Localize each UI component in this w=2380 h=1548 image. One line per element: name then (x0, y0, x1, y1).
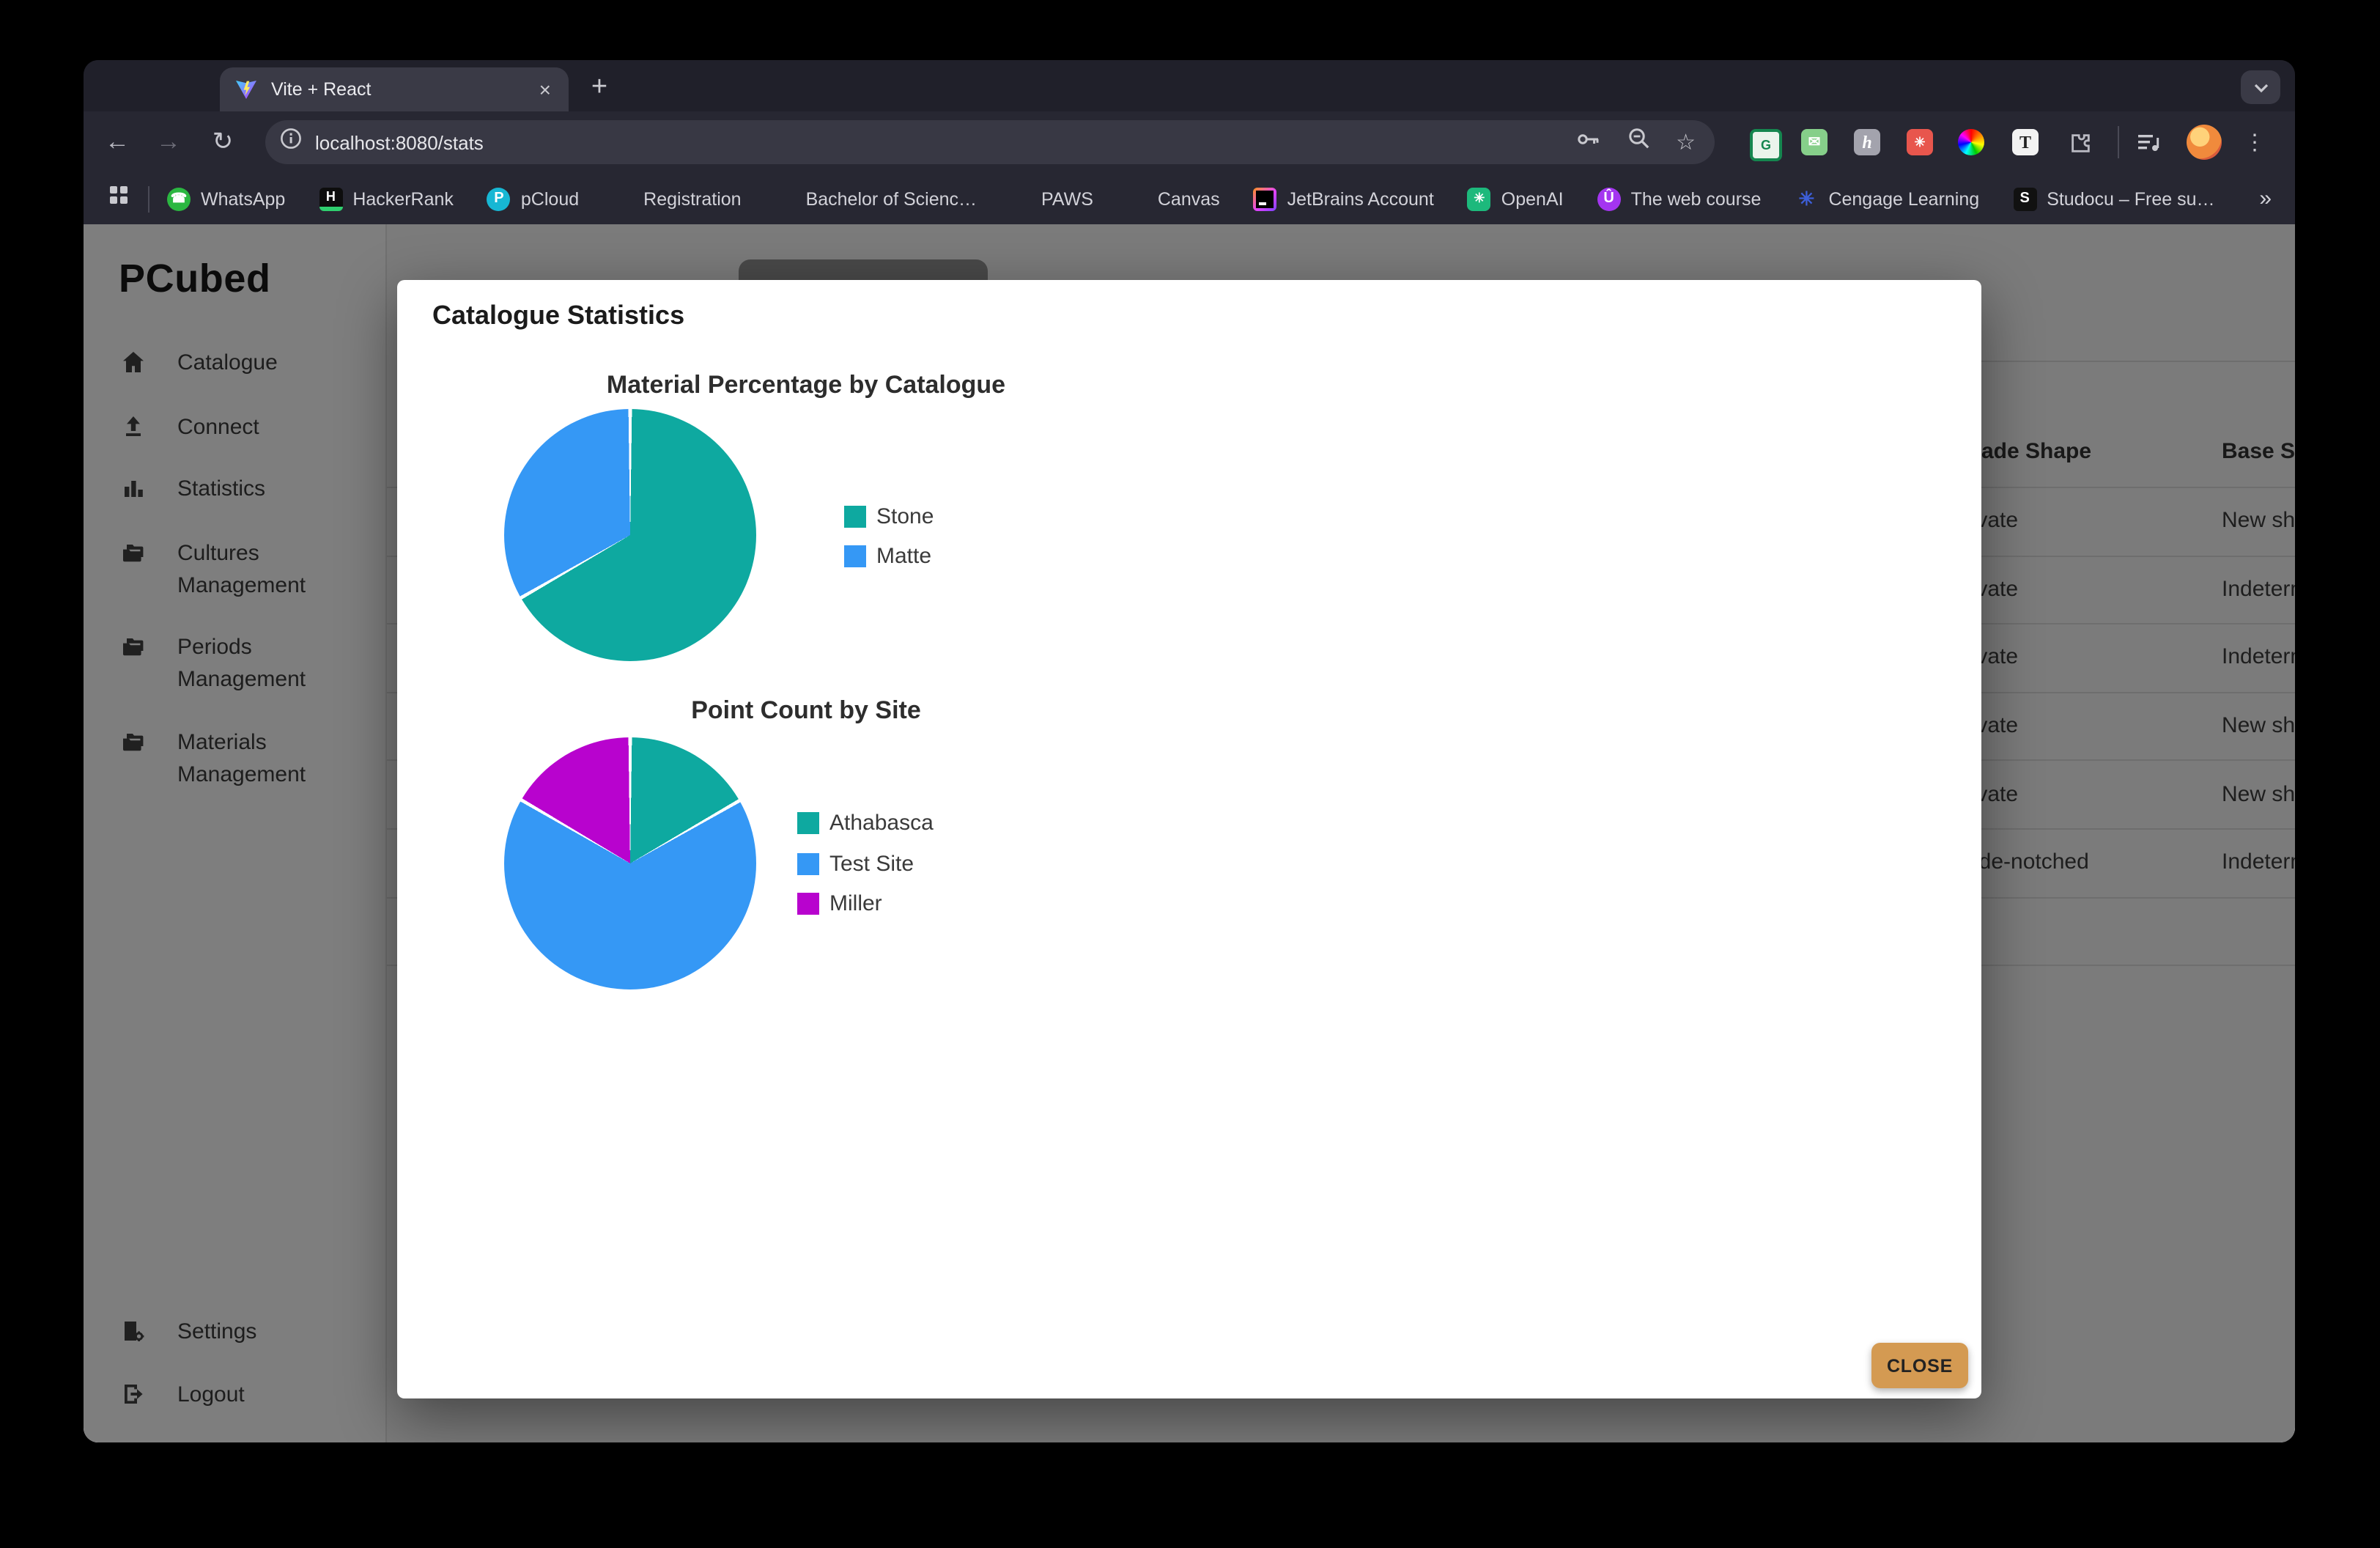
extensions-puzzle-icon[interactable] (2066, 129, 2093, 155)
extension-h-icon[interactable]: h (1854, 129, 1880, 155)
vite-favicon-icon (234, 78, 258, 101)
tab-search-button[interactable] (2241, 70, 2280, 104)
tab-title: Vite + React (271, 79, 533, 100)
chart2-title: Point Count by Site (397, 696, 1215, 726)
bookmark-star-icon[interactable]: ☆ (1676, 129, 1696, 155)
catalogue-statistics-modal: Catalogue Statistics Material Percentage… (397, 280, 1981, 1398)
legend-item-matte[interactable]: Matte (844, 544, 931, 569)
university-shield-icon (1127, 187, 1148, 210)
bookmark-registration[interactable]: Registration (613, 187, 741, 210)
athabasca-swatch (797, 812, 819, 834)
course-icon: Û (1597, 187, 1621, 210)
password-key-icon[interactable] (1575, 125, 1601, 159)
matte-swatch (844, 545, 866, 567)
extension-mail-icon[interactable]: ✉ (1801, 129, 1828, 155)
media-controls-icon[interactable] (2135, 129, 2162, 155)
legend-item-athabasca[interactable]: Athabasca (797, 811, 934, 836)
extension-color-wheel-icon[interactable] (1958, 129, 1984, 155)
bookmark-openai[interactable]: ✳OpenAI (1468, 187, 1564, 210)
url-text: localhost:8080/stats (315, 131, 1575, 153)
bookmark-pcloud[interactable]: PpCloud (487, 187, 579, 210)
back-button[interactable]: ← (95, 111, 139, 173)
bookmarks-overflow-icon[interactable]: » (2259, 186, 2272, 211)
toolbar-separator (2118, 126, 2119, 158)
extension-grammarly-icon[interactable]: G (1750, 129, 1782, 161)
pie-point-count (504, 737, 756, 989)
browser-tab[interactable]: Vite + React × (220, 67, 569, 111)
address-bar[interactable]: localhost:8080/stats ☆ (265, 120, 1715, 164)
test-site-swatch (797, 853, 819, 875)
whatsapp-icon: ☎ (167, 187, 191, 210)
openai-icon: ✳ (1468, 187, 1491, 210)
bookmark-whatsapp[interactable]: ☎WhatsApp (167, 187, 285, 210)
new-tab-button[interactable]: + (579, 67, 620, 108)
bookmark-paws[interactable]: PAWS (1010, 187, 1093, 210)
bookmark-canvas[interactable]: Canvas (1127, 187, 1220, 210)
browser-toolbar: ← → ↻ localhost:8080/stats ☆ G ✉ h ✳ (84, 111, 2295, 173)
university-shield-icon (775, 187, 796, 210)
extension-text-icon[interactable]: T (2012, 129, 2039, 155)
bookmark-cengage[interactable]: ✳Cengage Learning (1795, 187, 1979, 210)
bookmarks-separator (148, 185, 149, 212)
modal-title: Catalogue Statistics (432, 301, 684, 331)
profile-avatar[interactable] (2187, 125, 2222, 160)
tab-close-icon[interactable]: × (533, 78, 557, 101)
page-content: Blade Shape Base Shape OvateNew shape Ov… (84, 224, 2295, 1442)
browser-window: Vite + React × + ← → ↻ localhost:8080/st… (84, 60, 2295, 1442)
hackerrank-icon: H (319, 187, 342, 210)
university-shield-icon (1010, 187, 1031, 210)
chart1-title: Material Percentage by Catalogue (397, 371, 1215, 400)
forward-button[interactable]: → (147, 111, 191, 173)
apps-grid-icon[interactable] (107, 183, 130, 214)
chrome-menu-icon[interactable]: ⋮ (2244, 111, 2266, 173)
reload-button[interactable]: ↻ (201, 111, 245, 173)
close-button[interactable]: CLOSE (1871, 1343, 1968, 1388)
screen: Vite + React × + ← → ↻ localhost:8080/st… (0, 0, 2380, 1548)
jetbrains-icon (1254, 187, 1277, 210)
bookmarks-bar: ☎WhatsApp HHackerRank PpCloud Registrati… (84, 173, 2295, 224)
bookmark-hackerrank[interactable]: HHackerRank (319, 187, 454, 210)
stone-swatch (844, 506, 866, 528)
university-shield-icon (613, 187, 633, 210)
legend-item-miller[interactable]: Miller (797, 891, 882, 916)
bookmark-jetbrains[interactable]: JetBrains Account (1254, 187, 1434, 210)
zoom-out-icon[interactable] (1626, 126, 1651, 158)
legend-item-stone[interactable]: Stone (844, 504, 934, 529)
tab-strip: Vite + React × + (84, 60, 2295, 111)
studocu-icon: S (2013, 187, 2036, 210)
pcloud-icon: P (487, 187, 511, 210)
legend-item-test-site[interactable]: Test Site (797, 852, 914, 877)
pie-material-percentage (504, 409, 756, 661)
bookmark-bachelor[interactable]: Bachelor of Scienc… (775, 187, 977, 210)
bookmark-web-course[interactable]: ÛThe web course (1597, 187, 1762, 210)
miller-swatch (797, 893, 819, 915)
extension-science-icon[interactable]: ✳ (1907, 129, 1933, 155)
cengage-icon: ✳ (1795, 187, 1818, 210)
bookmark-studocu[interactable]: SStudocu – Free su… (2013, 187, 2214, 210)
site-info-icon[interactable] (280, 128, 302, 157)
